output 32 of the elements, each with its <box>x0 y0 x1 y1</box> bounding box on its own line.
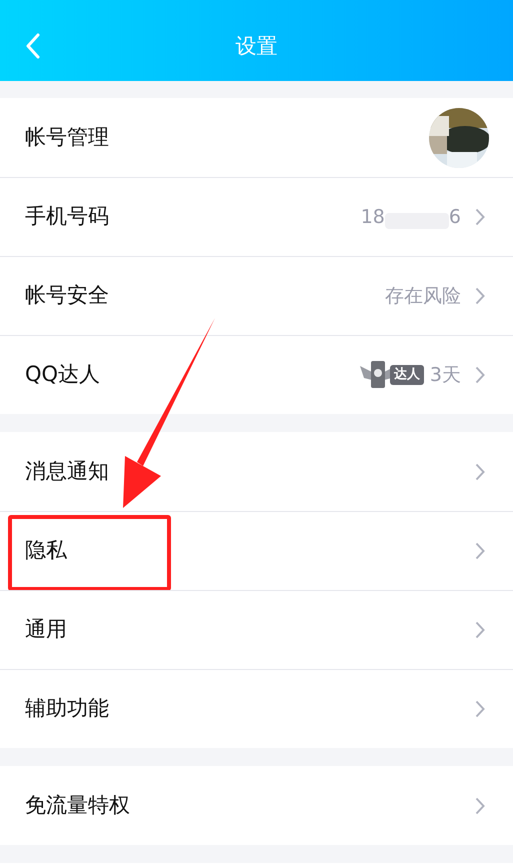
settings-row[interactable]: 帐号安全 存在风险 <box>0 256 513 335</box>
phone-number-end: 6 <box>448 204 461 230</box>
settings-row[interactable]: 隐私 <box>0 511 513 590</box>
row-label: 辅助功能 <box>25 695 110 722</box>
chevron-icon <box>475 208 485 226</box>
chevron-icon <box>475 621 485 639</box>
expert-badge: 达人 <box>358 360 424 390</box>
row-label: 帐号安全 <box>25 282 110 310</box>
row-value: 存在风险 <box>385 284 461 309</box>
window-title: 设置 <box>236 33 278 60</box>
chevron-icon <box>475 366 485 384</box>
chevron-icon <box>475 542 485 560</box>
settings-row[interactable]: 消息通知 <box>0 432 513 511</box>
row-label: 免流量特权 <box>25 792 131 819</box>
row-label: 手机号码 <box>25 203 110 230</box>
chevron-icon <box>475 700 485 718</box>
settings-row[interactable]: 通用 <box>0 590 513 669</box>
row-label: 通用 <box>25 616 68 644</box>
chevron-icon <box>475 287 485 305</box>
row-label: 帐号管理 <box>25 124 110 151</box>
chevron-icon <box>475 796 485 814</box>
row-label: 隐私 <box>25 537 68 564</box>
phone-number-start: 18 <box>360 204 385 230</box>
settings-row[interactable]: 辅助功能 <box>0 669 513 748</box>
settings-row[interactable]: 手机号码 18 6 <box>0 177 513 256</box>
row-label: 消息通知 <box>25 458 110 485</box>
chevron-icon <box>475 462 485 480</box>
settings-row[interactable]: 帐号管理 <box>0 98 513 177</box>
row-value: 3天 <box>430 362 461 388</box>
back-icon[interactable] <box>26 33 40 59</box>
settings-row[interactable]: 免流量特权 <box>0 766 513 845</box>
row-label: QQ达人 <box>25 361 102 388</box>
